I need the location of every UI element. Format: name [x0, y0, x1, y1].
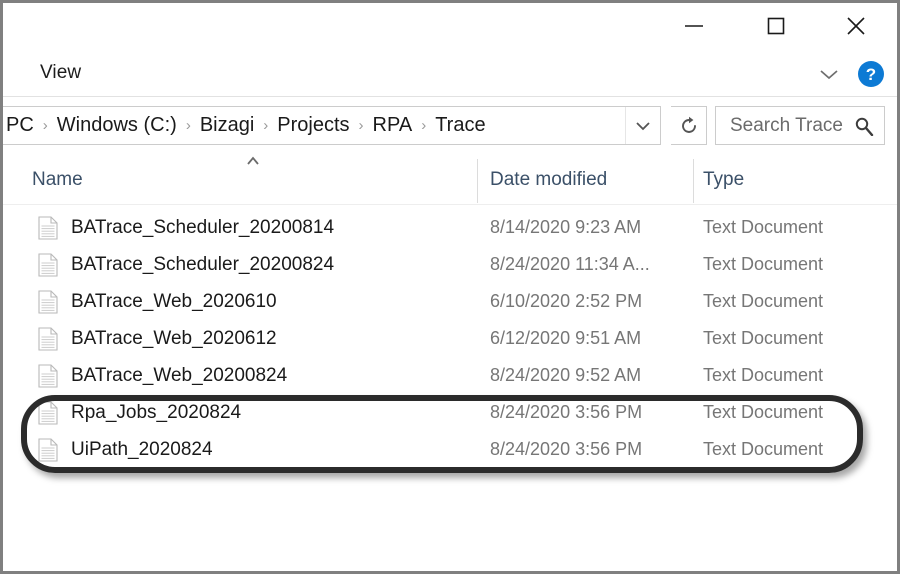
text-document-icon — [38, 400, 58, 425]
file-type: Text Document — [703, 439, 824, 459]
file-name[interactable]: UiPath_2020824 — [71, 439, 213, 461]
search-input[interactable] — [730, 114, 854, 137]
column-divider[interactable] — [477, 159, 478, 203]
table-row[interactable]: BATrace_Web_2020612 6/12/2020 9:51 AM Text… — [3, 320, 897, 357]
table-row[interactable]: BATrace_Scheduler_20200814 8/14/2020 9:23… — [3, 209, 897, 246]
breadcrumb-separator-icon[interactable]: › — [181, 118, 196, 133]
text-document-icon — [38, 363, 58, 388]
column-header-name[interactable]: Name — [32, 169, 83, 191]
text-document-icon — [38, 215, 58, 240]
file-date-modified: 6/12/2020 9:51 AM — [490, 328, 642, 348]
text-document-icon — [38, 289, 58, 314]
column-header-underline — [3, 204, 897, 205]
file-date-modified: 8/14/2020 9:23 AM — [490, 217, 642, 237]
help-button[interactable]: ? — [858, 61, 884, 87]
ribbon-expand-button[interactable] — [814, 60, 844, 88]
address-bar-row: PC › Windows (C:) › Bizagi › Projects › RPA › Trac… — [3, 99, 897, 151]
breadcrumb-item-trace[interactable]: Trace — [431, 113, 489, 138]
maximize-button[interactable] — [753, 3, 799, 48]
table-row[interactable]: UiPath_2020824 8/24/2020 3:56 PM Text Docu… — [3, 431, 897, 468]
file-type: Text Document — [703, 328, 824, 348]
file-date-modified: 8/24/2020 9:52 AM — [490, 365, 642, 385]
column-header-date-modified[interactable]: Date modified — [490, 169, 607, 191]
refresh-icon — [681, 116, 696, 133]
breadcrumb: PC › Windows (C:) › Bizagi › Projects › RPA › Trac… — [3, 113, 625, 138]
breadcrumb-separator-icon[interactable]: › — [258, 118, 273, 133]
breadcrumb-item-pc[interactable]: PC — [3, 113, 38, 138]
file-date-modified: 8/24/2020 11:34 A... — [490, 254, 650, 274]
sort-ascending-caret-icon — [247, 156, 259, 165]
refresh-button[interactable] — [671, 106, 707, 145]
file-type: Text Document — [703, 402, 824, 422]
breadcrumb-separator-icon[interactable]: › — [38, 118, 53, 133]
close-button[interactable] — [833, 3, 879, 48]
tab-view[interactable]: View — [34, 60, 87, 86]
file-name[interactable]: BATrace_Web_2020612 — [71, 328, 277, 350]
breadcrumb-item-bizagi[interactable]: Bizagi — [196, 113, 258, 138]
search-box[interactable] — [715, 106, 885, 145]
table-row[interactable]: BATrace_Scheduler_20200824 8/24/2020 11:3… — [3, 246, 897, 283]
ribbon-bar: View ? — [3, 52, 897, 97]
table-row[interactable]: BATrace_Web_2020610 6/10/2020 2:52 PM Text… — [3, 283, 897, 320]
file-name[interactable]: BATrace_Scheduler_20200814 — [71, 217, 334, 239]
file-type: Text Document — [703, 254, 824, 274]
close-icon — [847, 16, 865, 35]
text-document-icon — [38, 252, 58, 277]
file-type: Text Document — [703, 217, 824, 237]
text-document-icon — [38, 326, 58, 351]
file-date-modified: 6/10/2020 2:52 PM — [490, 291, 643, 311]
column-header-type[interactable]: Type — [703, 169, 744, 191]
breadcrumb-separator-icon[interactable]: › — [354, 118, 369, 133]
address-bar[interactable]: PC › Windows (C:) › Bizagi › Projects › RPA › Trac… — [3, 106, 661, 145]
breadcrumb-item-windows-c[interactable]: Windows (C:) — [53, 113, 181, 138]
table-row[interactable]: Rpa_Jobs_2020824 8/24/2020 3:56 PM Text Do… — [3, 394, 897, 431]
file-date-modified: 8/24/2020 3:56 PM — [490, 402, 643, 422]
text-document-icon — [38, 437, 58, 462]
column-header-row: Name Date modified Type — [3, 155, 897, 205]
chevron-down-icon — [636, 121, 650, 130]
file-explorer-window: View ? PC › Windows (C:) › Bizagi › Projects › R… — [0, 0, 900, 574]
text-document-icon — [38, 252, 58, 277]
text-document-icon — [38, 400, 58, 425]
chevron-down-icon — [820, 70, 838, 80]
file-type: Text Document — [703, 365, 824, 385]
file-name[interactable]: BATrace_Scheduler_20200824 — [71, 254, 334, 276]
text-document-icon — [38, 215, 58, 240]
text-document-icon — [38, 326, 58, 351]
column-divider[interactable] — [693, 159, 694, 203]
search-icon[interactable] — [854, 116, 874, 136]
file-list: BATrace_Scheduler_20200814 8/14/2020 9:23… — [3, 209, 897, 468]
text-document-icon — [38, 289, 58, 314]
breadcrumb-separator-icon[interactable]: › — [416, 118, 431, 133]
table-row[interactable]: BATrace_Web_20200824 8/24/2020 9:52 AM Tex… — [3, 357, 897, 394]
minimize-icon — [685, 24, 703, 27]
file-type: Text Document — [703, 291, 824, 311]
address-history-dropdown-button[interactable] — [625, 107, 660, 144]
window-titlebar — [3, 3, 897, 52]
text-document-icon — [38, 363, 58, 388]
file-date-modified: 8/24/2020 3:56 PM — [490, 439, 643, 459]
file-name[interactable]: Rpa_Jobs_2020824 — [71, 402, 241, 424]
text-document-icon — [38, 437, 58, 462]
breadcrumb-item-rpa[interactable]: RPA — [369, 113, 417, 138]
ribbon-right-controls: ? — [814, 60, 884, 88]
minimize-button[interactable] — [671, 3, 717, 48]
file-name[interactable]: BATrace_Web_20200824 — [71, 365, 287, 387]
file-name[interactable]: BATrace_Web_2020610 — [71, 291, 277, 313]
breadcrumb-item-projects[interactable]: Projects — [273, 113, 353, 138]
ribbon-divider — [3, 96, 897, 97]
maximize-icon — [767, 17, 785, 34]
